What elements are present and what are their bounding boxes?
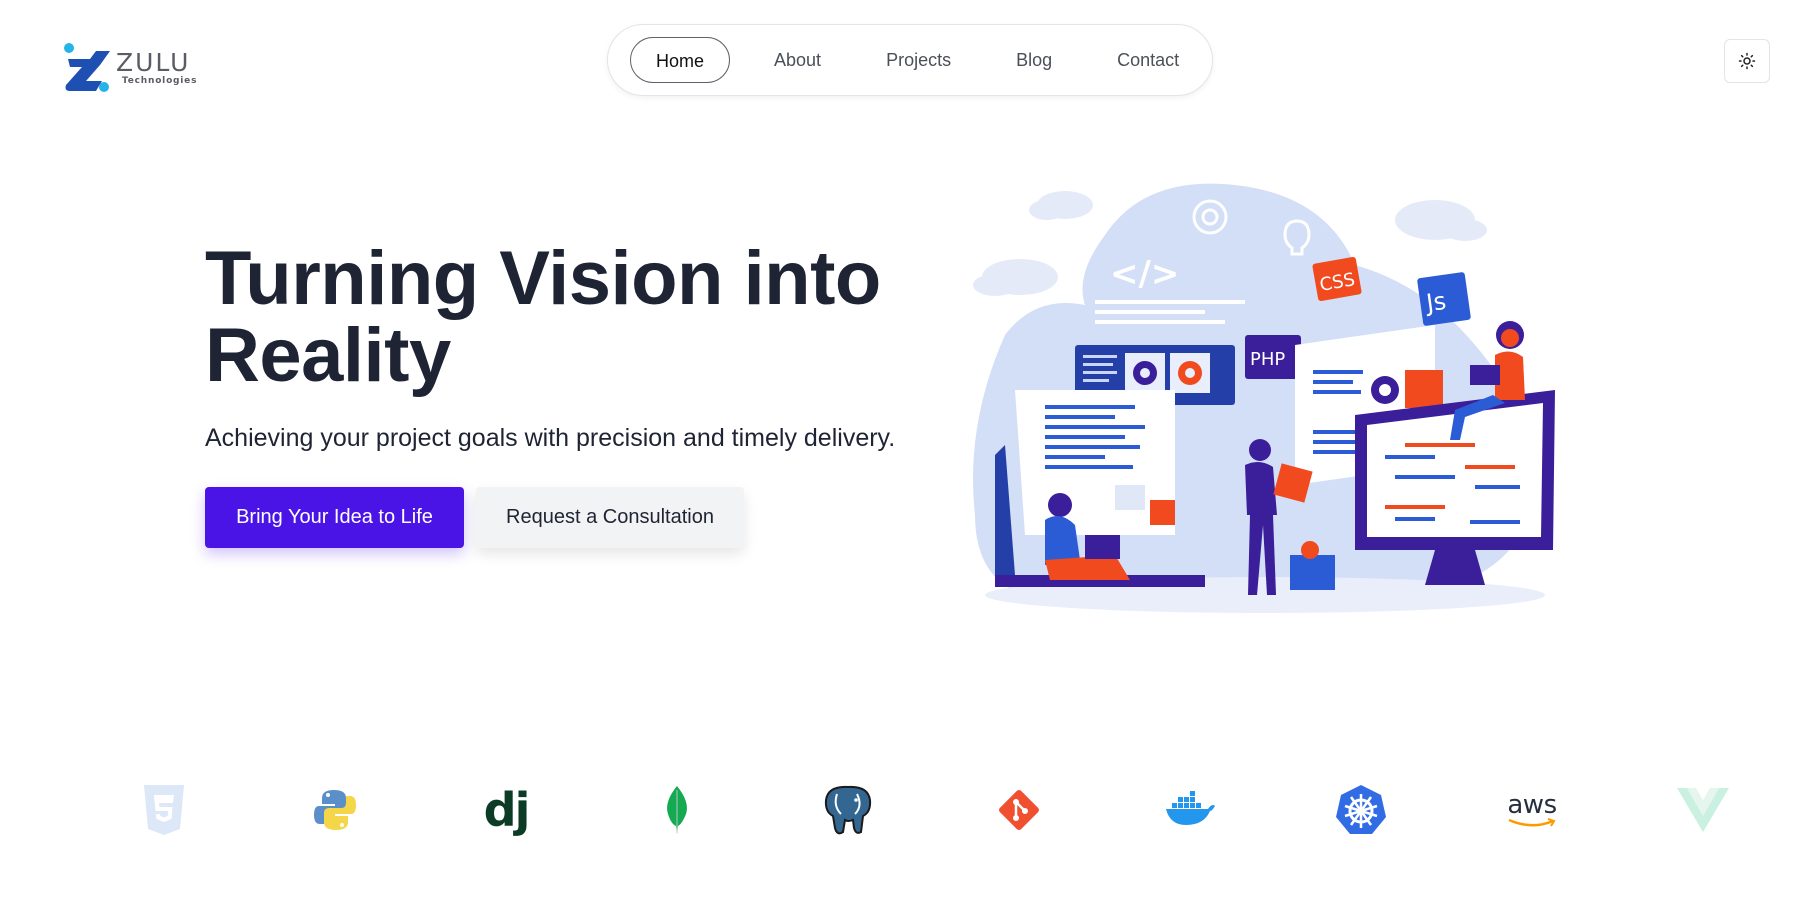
- zulu-logo-icon: [64, 43, 110, 92]
- request-consultation-button[interactable]: Request a Consultation: [476, 487, 744, 548]
- hero-subtitle: Achieving your project goals with precis…: [205, 424, 896, 452]
- nav-home[interactable]: Home: [630, 37, 731, 83]
- nav-contact[interactable]: Contact: [1092, 37, 1204, 83]
- hero-illustration: </> CSS Js PHP: [973, 183, 1555, 613]
- hero-title: Turning Vision into Reality: [205, 236, 881, 398]
- php-badge-text: PHP: [1250, 349, 1285, 370]
- git-icon: [989, 780, 1049, 840]
- aws-text: aws: [1507, 790, 1557, 820]
- tech-logos-strip: dj aws: [0, 780, 1805, 850]
- nav-about[interactable]: About: [749, 37, 846, 83]
- docker-icon: [1160, 780, 1220, 840]
- theme-toggle-button[interactable]: [1724, 39, 1770, 83]
- landing-page: ZULU Technologies Home About Projects Bl…: [0, 0, 1805, 915]
- bring-idea-button[interactable]: Bring Your Idea to Life: [205, 487, 464, 548]
- brand-subtitle: Technologies: [122, 76, 198, 86]
- nav-blog[interactable]: Blog: [991, 37, 1077, 83]
- python-icon: [305, 780, 365, 840]
- mongodb-icon: [647, 780, 707, 840]
- vue-icon: [1673, 780, 1733, 840]
- nav-projects[interactable]: Projects: [861, 37, 976, 83]
- sun-icon: [1738, 52, 1756, 70]
- brand-logo[interactable]: ZULU Technologies: [60, 40, 200, 96]
- code-tag-text: </>: [1110, 254, 1179, 294]
- django-icon: dj: [476, 780, 536, 840]
- css3-icon: [134, 780, 194, 840]
- main-nav: Home About Projects Blog Contact: [607, 24, 1213, 96]
- kubernetes-icon: [1331, 780, 1391, 840]
- brand-text: ZULU Technologies: [116, 48, 198, 87]
- postgresql-icon: [818, 780, 878, 840]
- aws-icon: aws: [1502, 780, 1562, 840]
- brand-name: ZULU: [116, 48, 191, 77]
- django-text: dj: [483, 783, 531, 837]
